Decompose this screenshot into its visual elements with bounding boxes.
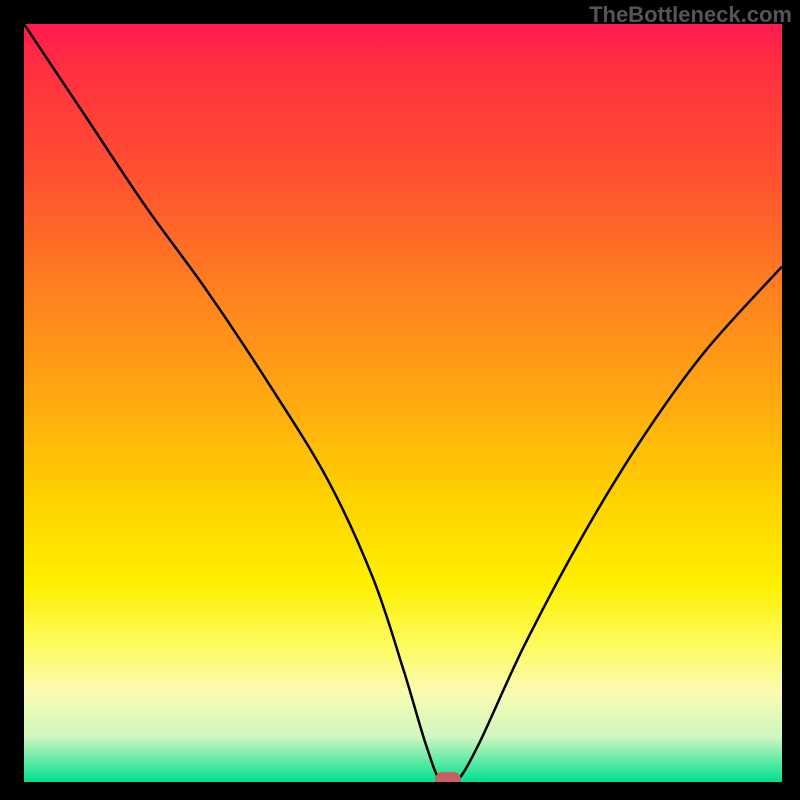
watermark-text: TheBottleneck.com [589, 2, 792, 28]
chart-plot-area [24, 24, 782, 782]
bottleneck-curve [24, 24, 782, 782]
optimal-point-marker [435, 772, 461, 782]
